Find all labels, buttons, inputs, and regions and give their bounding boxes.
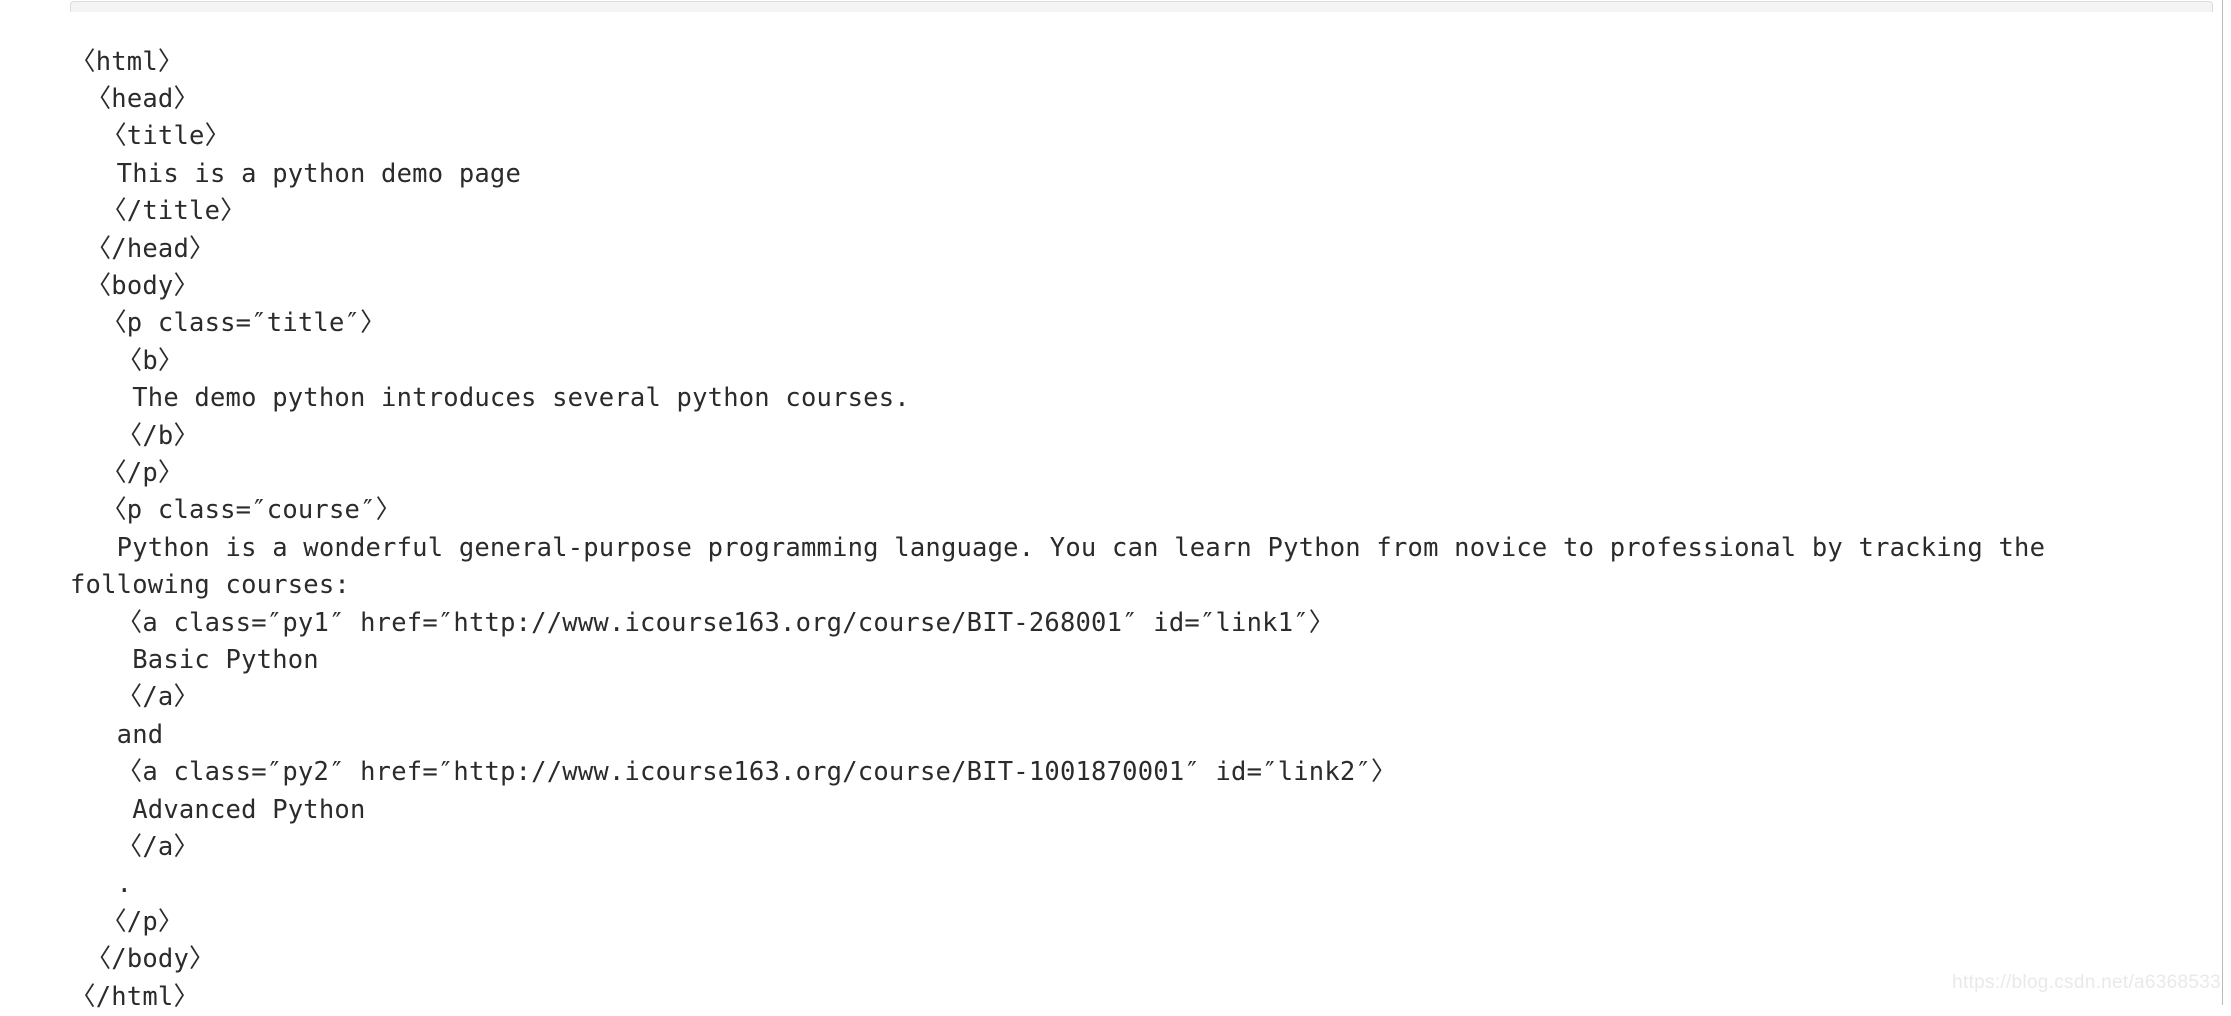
window-top-strip	[70, 1, 2213, 12]
code-line: 〈body〉	[70, 268, 2190, 305]
screenshot-root: 〈html〉 〈head〉 〈title〉 This is a python d…	[0, 0, 2231, 1005]
code-line: This is a python demo page	[70, 156, 2190, 193]
code-line: The demo python introduces several pytho…	[70, 380, 2190, 417]
code-line: 〈/p〉	[70, 904, 2190, 941]
code-line: .	[70, 866, 2190, 903]
code-line: Advanced Python	[70, 792, 2190, 829]
code-line: 〈/body〉	[70, 941, 2190, 978]
code-line: Python is a wonderful general-purpose pr…	[70, 530, 2190, 605]
code-line: 〈/p〉	[70, 455, 2190, 492]
code-line: 〈/b〉	[70, 418, 2190, 455]
code-line: 〈/head〉	[70, 231, 2190, 268]
html-code-output: 〈html〉 〈head〉 〈title〉 This is a python d…	[70, 44, 2190, 1016]
pane-right-divider	[2222, 0, 2223, 1005]
code-line: 〈a class=″py2″ href=″http://www.icourse1…	[70, 754, 2190, 791]
code-line: 〈/title〉	[70, 193, 2190, 230]
code-line: 〈a class=″py1″ href=″http://www.icourse1…	[70, 605, 2190, 642]
code-line: 〈b〉	[70, 343, 2190, 380]
code-line: 〈p class=″course″〉	[70, 492, 2190, 529]
code-line: Basic Python	[70, 642, 2190, 679]
code-line: 〈html〉	[70, 44, 2190, 81]
code-line: 〈/html〉	[70, 979, 2190, 1016]
code-line: 〈p class=″title″〉	[70, 305, 2190, 342]
code-line: 〈title〉	[70, 118, 2190, 155]
code-line: and	[70, 717, 2190, 754]
code-line: 〈head〉	[70, 81, 2190, 118]
code-line: 〈/a〉	[70, 679, 2190, 716]
code-line: 〈/a〉	[70, 829, 2190, 866]
